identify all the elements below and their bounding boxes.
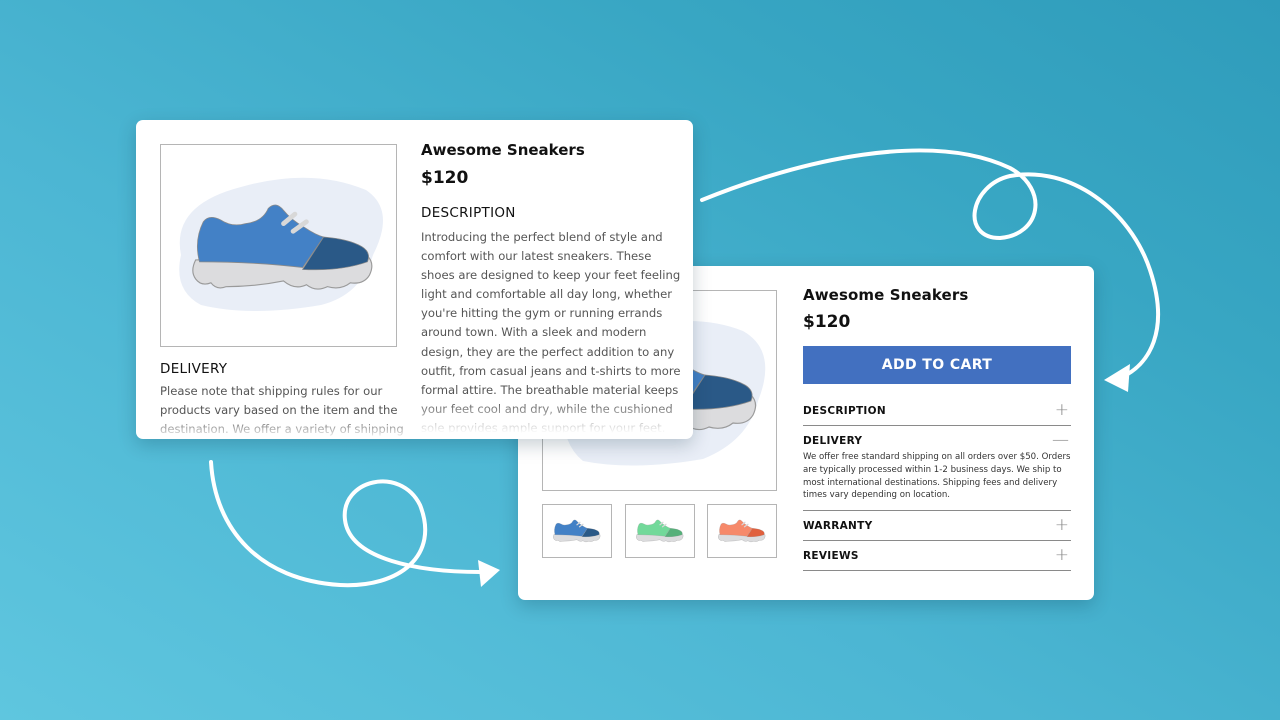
arrowhead-bottom-icon <box>478 560 500 587</box>
sneaker-image <box>179 177 383 311</box>
thumbnail-orange[interactable] <box>707 504 777 558</box>
delivery-heading: DELIVERY <box>160 361 228 377</box>
accordion-body-delivery: We offer free standard shipping on all o… <box>803 452 1071 501</box>
loop-arrow-bottom-path <box>209 460 482 588</box>
product-card-original: Awesome Sneakers $120 DESCRIPTION Introd… <box>136 120 693 439</box>
thumbnail-blue[interactable] <box>542 504 612 558</box>
accordion-label: REVIEWS <box>803 549 859 562</box>
delivery-text: Please note that shipping rules for our … <box>160 384 404 437</box>
product-price: $120 <box>421 168 469 188</box>
accordion-header-warranty[interactable]: WARRANTY + <box>803 511 1071 540</box>
accordion-warranty: WARRANTY + <box>803 511 1071 542</box>
product-title: Awesome Sneakers <box>803 286 969 304</box>
green-sneaker-icon <box>635 517 685 545</box>
description-heading: DESCRIPTION <box>421 205 516 221</box>
accordion-label: WARRANTY <box>803 519 873 532</box>
thumbnail-green[interactable] <box>625 504 695 558</box>
accordion-reviews: REVIEWS + <box>803 541 1071 572</box>
add-to-cart-button[interactable]: ADD TO CART <box>803 346 1071 384</box>
product-accordion: DESCRIPTION + DELIVERY — We offer free s… <box>803 396 1071 572</box>
accordion-header-description[interactable]: DESCRIPTION + <box>803 396 1071 425</box>
accordion-header-reviews[interactable]: REVIEWS + <box>803 541 1071 570</box>
description-text: Introducing the perfect blend of style a… <box>421 230 681 433</box>
product-title: Awesome Sneakers <box>421 141 585 159</box>
plus-icon[interactable]: + <box>1055 547 1069 564</box>
arrowhead-top-icon <box>1104 364 1130 392</box>
accordion-label: DELIVERY <box>803 434 863 447</box>
accordion-label: DESCRIPTION <box>803 404 886 417</box>
product-price: $120 <box>803 312 851 332</box>
plus-icon[interactable]: + <box>1055 517 1069 534</box>
orange-sneaker-icon <box>717 517 767 545</box>
plus-icon[interactable]: + <box>1055 402 1069 419</box>
product-main-image <box>160 144 397 347</box>
minus-icon[interactable]: — <box>1052 432 1069 449</box>
accordion-delivery: DELIVERY — We offer free standard shippi… <box>803 426 1071 512</box>
blue-sneaker-icon <box>552 517 602 545</box>
accordion-description: DESCRIPTION + <box>803 396 1071 426</box>
